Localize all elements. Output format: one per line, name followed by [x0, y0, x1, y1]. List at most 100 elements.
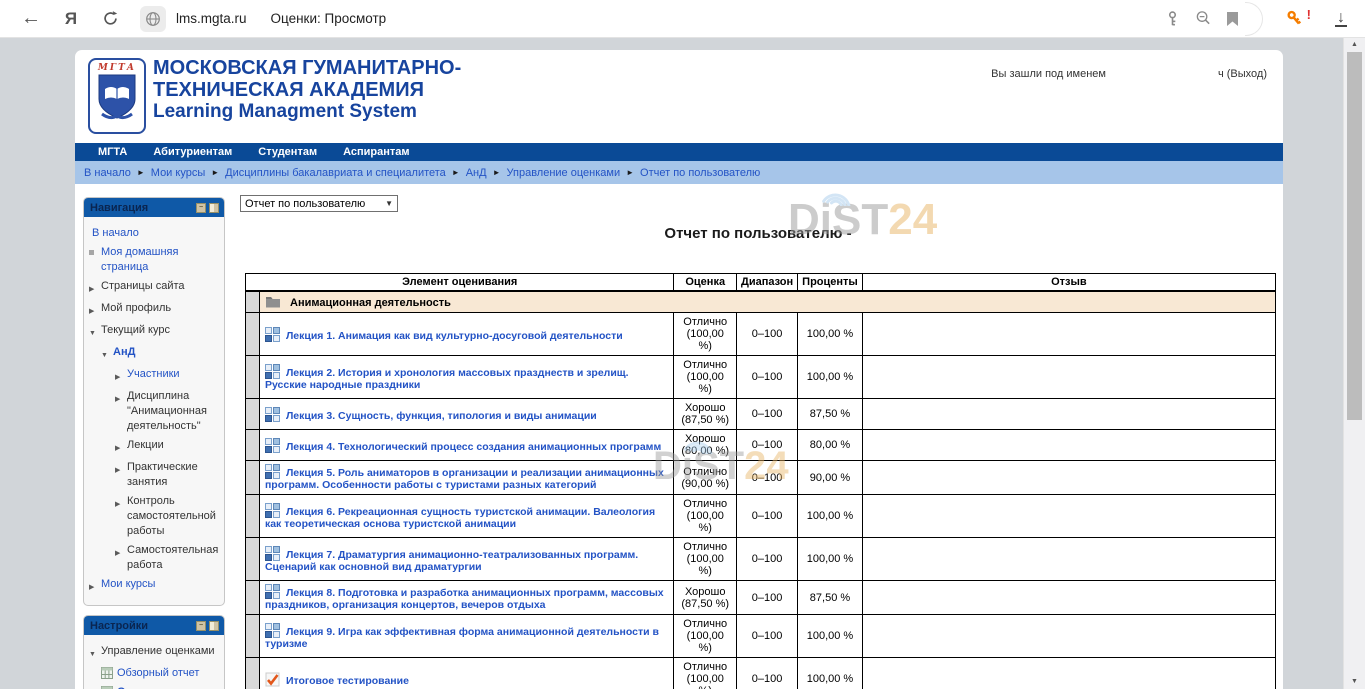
screenshot-root: { "browser": { "url": "lms.mgta.ru", "pa…	[0, 0, 1365, 689]
collapse-block-icon[interactable]: −	[196, 621, 206, 631]
sidebar-item[interactable]: Обзорный отчет	[89, 664, 221, 683]
sidebar-item: ▶Лекции	[89, 436, 221, 458]
breadcrumb-link[interactable]: Управление оценками	[507, 167, 621, 179]
column-header-range: Диапазон	[736, 274, 797, 292]
percent-cell: 90,00 %	[798, 461, 863, 495]
logo-text: МГТА	[90, 63, 144, 73]
grade-percent-text: (100,00 %)	[679, 328, 731, 352]
lecture-link[interactable]: Лекция 6. Рекреационная сущность туристс…	[265, 506, 655, 530]
sidebar-item[interactable]: ▼АнД	[89, 343, 221, 365]
percent-cell: 80,00 %	[798, 430, 863, 461]
sidebar-item-label: Участники	[127, 367, 180, 385]
grade-text: Отлично	[679, 661, 731, 673]
table-row: Лекция 4. Технологический процесс создан…	[246, 430, 1276, 461]
report-type-value: Отчет по пользователю	[245, 198, 385, 210]
category-label[interactable]: Анимационная деятельность	[290, 297, 451, 309]
sidebar-item[interactable]: ▶Мои курсы	[89, 575, 221, 597]
navbar-item[interactable]: МГТА	[85, 146, 140, 158]
expand-icon[interactable]: ▶	[115, 494, 127, 539]
collapse-icon[interactable]: ▼	[89, 323, 101, 341]
scroll-down-arrow[interactable]: ▼	[1344, 675, 1365, 689]
site-icon-chip[interactable]	[140, 6, 166, 32]
breadcrumb-link[interactable]: Дисциплины бакалавриата и специалитета	[225, 167, 446, 179]
column-header-feedback: Отзыв	[862, 274, 1275, 292]
navbar-item[interactable]: Студентам	[245, 146, 330, 158]
sidebar-item[interactable]: В начало	[89, 224, 221, 243]
lecture-link[interactable]: Лекция 1. Анимация как вид культурно-дос…	[286, 330, 623, 342]
breadcrumb-link[interactable]: Мои курсы	[151, 167, 205, 179]
omnibox-edge	[1245, 2, 1263, 36]
collapse-icon[interactable]: ▼	[101, 345, 113, 363]
grade-percent-text: (87,50 %)	[679, 598, 731, 610]
sidebar-item-label: Дисциплина "Анимационная деятельность"	[127, 389, 221, 434]
dock-block-icon[interactable]	[209, 203, 219, 213]
report-type-select[interactable]: Отчет по пользователю ▼	[240, 195, 398, 212]
navbar-item[interactable]: Аспирантам	[330, 146, 422, 158]
navigation-block-title: Навигация	[90, 202, 193, 214]
feedback-cell	[862, 615, 1275, 658]
logout-link[interactable]: ч (Выход)	[1218, 68, 1267, 80]
expand-icon[interactable]: ▶	[89, 279, 101, 297]
quiz-link[interactable]: Итоговое тестирование	[286, 675, 409, 687]
watermark-signal-icon	[818, 182, 858, 206]
breadcrumb-link[interactable]: АнД	[466, 167, 487, 179]
password-key-icon[interactable]	[1164, 10, 1181, 28]
site-title-line1: МОСКОВСКАЯ ГУМАНИТАРНО-	[153, 57, 461, 79]
grade-text: Хорошо	[679, 586, 731, 598]
breadcrumb-link[interactable]: Отчет по пользователю	[640, 167, 760, 179]
sidebar-item-label: Мой профиль	[101, 301, 171, 319]
dock-block-icon[interactable]	[209, 621, 219, 631]
lecture-link[interactable]: Лекция 3. Сущность, функция, типология и…	[286, 410, 597, 422]
indent-cell	[246, 291, 260, 313]
sidebar-item-label: Моя домашняя страница	[101, 245, 221, 275]
expand-icon[interactable]: ▶	[115, 460, 127, 490]
table-row: Итоговое тестированиеОтлично(100,00 %)0–…	[246, 658, 1276, 689]
sidebar-item[interactable]: Отчет по пользователю	[89, 683, 221, 689]
lesson-icon	[265, 438, 280, 453]
range-cell: 0–100	[736, 615, 797, 658]
scroll-up-arrow[interactable]: ▲	[1344, 38, 1365, 52]
password-alert-icon[interactable]: !	[1285, 9, 1305, 29]
academy-logo[interactable]: МГТА	[88, 58, 146, 134]
login-info: Вы зашли под именем ч (Выход)	[991, 68, 1267, 80]
downloads-button[interactable]: ↓	[1335, 10, 1347, 27]
indent-cell	[246, 313, 260, 356]
expand-icon[interactable]: ▶	[115, 389, 127, 434]
login-prefix: Вы зашли под именем	[991, 68, 1106, 80]
yandex-logo-button[interactable]: Я	[54, 9, 88, 29]
collapse-block-icon[interactable]: −	[196, 203, 206, 213]
navbar-item[interactable]: Абитуриентам	[140, 146, 245, 158]
sidebar-item[interactable]: Моя домашняя страница	[89, 243, 221, 277]
breadcrumb-link[interactable]: В начало	[84, 167, 131, 179]
main-content: Отчет по пользователю ▼ Отчет по пользов…	[240, 184, 1276, 689]
expand-icon[interactable]: ▶	[89, 577, 101, 595]
lecture-link[interactable]: Лекция 2. История и хронология массовых …	[265, 367, 629, 391]
table-row: Лекция 7. Драматургия анимационно-театра…	[246, 538, 1276, 581]
expand-icon[interactable]: ▶	[115, 367, 127, 385]
grade-text: Отлично	[679, 316, 731, 328]
page-scrollbar[interactable]: ▲ ▼	[1343, 38, 1365, 689]
lecture-link[interactable]: Лекция 9. Игра как эффективная форма ани…	[265, 626, 659, 650]
back-button[interactable]: ←	[16, 7, 46, 30]
expand-icon[interactable]: ▶	[89, 301, 101, 319]
url-text[interactable]: lms.mgta.ru	[176, 11, 247, 26]
collapse-icon[interactable]: ▼	[89, 644, 101, 662]
bookmark-icon[interactable]	[1226, 11, 1239, 27]
zoom-icon[interactable]	[1195, 10, 1212, 27]
lecture-link[interactable]: Лекция 8. Подготовка и разработка анимац…	[265, 587, 664, 611]
expand-icon[interactable]: ▶	[115, 438, 127, 456]
scrollbar-thumb[interactable]	[1347, 52, 1362, 420]
range-cell: 0–100	[736, 581, 797, 615]
lecture-link[interactable]: Лекция 4. Технологический процесс создан…	[286, 441, 661, 453]
grade-cell: Отлично(100,00 %)	[674, 356, 737, 399]
sidebar-item[interactable]: ▶Участники	[89, 365, 221, 387]
refresh-button[interactable]	[94, 10, 126, 27]
grade-text: Отлично	[679, 498, 731, 510]
lecture-link[interactable]: Лекция 7. Драматургия анимационно-театра…	[265, 549, 638, 573]
browser-page-title: Оценки: Просмотр	[271, 11, 387, 26]
grade-text: Хорошо	[679, 402, 731, 414]
percent-cell: 100,00 %	[798, 615, 863, 658]
expand-icon[interactable]: ▶	[115, 543, 127, 573]
item-name-cell: Лекция 5. Роль аниматоров в организации …	[259, 461, 674, 495]
lecture-link[interactable]: Лекция 5. Роль аниматоров в организации …	[265, 467, 664, 491]
